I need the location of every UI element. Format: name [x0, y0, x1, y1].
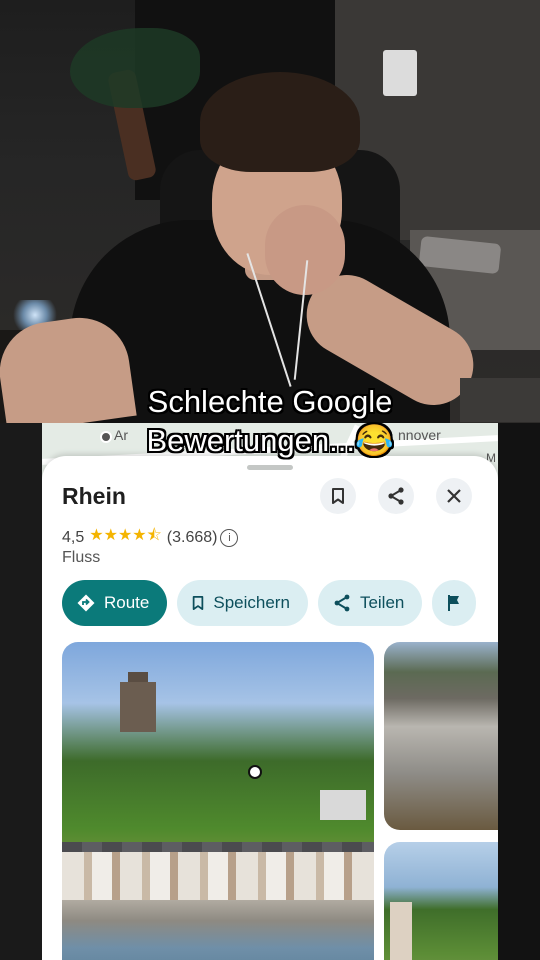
bookmark-icon: [193, 596, 204, 610]
photo-tower: [390, 902, 412, 960]
sheet-drag-handle[interactable]: [247, 465, 293, 470]
share-icon: [388, 487, 404, 505]
review-count: (3.668): [166, 528, 218, 546]
video-caption: Schlechte Google Bewertungen...😂: [0, 382, 540, 460]
palm-leaves: [70, 28, 200, 108]
photo-villa: [320, 790, 366, 820]
person-hair: [200, 72, 360, 172]
route-label: Route: [104, 593, 150, 612]
save-button[interactable]: Speichern: [177, 580, 308, 626]
place-category: Fluss: [62, 549, 101, 566]
place-photo-main[interactable]: [62, 642, 374, 960]
photo-castle: [120, 682, 156, 732]
route-button[interactable]: Route: [62, 580, 168, 626]
close-icon: [447, 489, 461, 503]
bookmark-button[interactable]: [320, 478, 356, 514]
cursor-icon: [248, 765, 262, 779]
share-label: Teilen: [359, 593, 405, 612]
maps-screen: Ar nnover M Rhein 4,5 ★★★★⯪ (3.668) i Fl…: [42, 423, 498, 960]
wall-switch: [383, 50, 417, 96]
caption-line-2: Bewertungen...😂: [146, 423, 394, 458]
share-button[interactable]: Teilen: [317, 580, 423, 626]
bookmark-icon: [332, 488, 344, 504]
caption-line-1: Schlechte Google: [147, 384, 393, 419]
directions-icon: [77, 594, 95, 612]
info-icon[interactable]: i: [220, 528, 239, 547]
webcam-video: [0, 0, 540, 423]
background-left: [0, 423, 42, 960]
flag-icon: [448, 595, 460, 611]
save-label: Speichern: [213, 593, 290, 612]
place-photo-3[interactable]: [384, 842, 498, 960]
action-chips: Route Speichern Teilen: [62, 580, 477, 626]
close-button[interactable]: [436, 478, 472, 514]
photo-houses: [62, 852, 374, 900]
place-sheet: Rhein 4,5 ★★★★⯪ (3.668) i Fluss Route Sp…: [42, 456, 498, 960]
share-header-button[interactable]: [378, 478, 414, 514]
share-icon: [334, 594, 350, 612]
rating-stars-icon: ★★★★⯪: [89, 527, 162, 544]
report-button[interactable]: [432, 580, 477, 626]
rating-row[interactable]: 4,5 ★★★★⯪ (3.668) i: [62, 524, 239, 551]
place-title: Rhein: [62, 483, 126, 509]
background-right: [498, 423, 540, 960]
place-photo-2[interactable]: [384, 642, 498, 830]
rating-value: 4,5: [62, 528, 85, 546]
